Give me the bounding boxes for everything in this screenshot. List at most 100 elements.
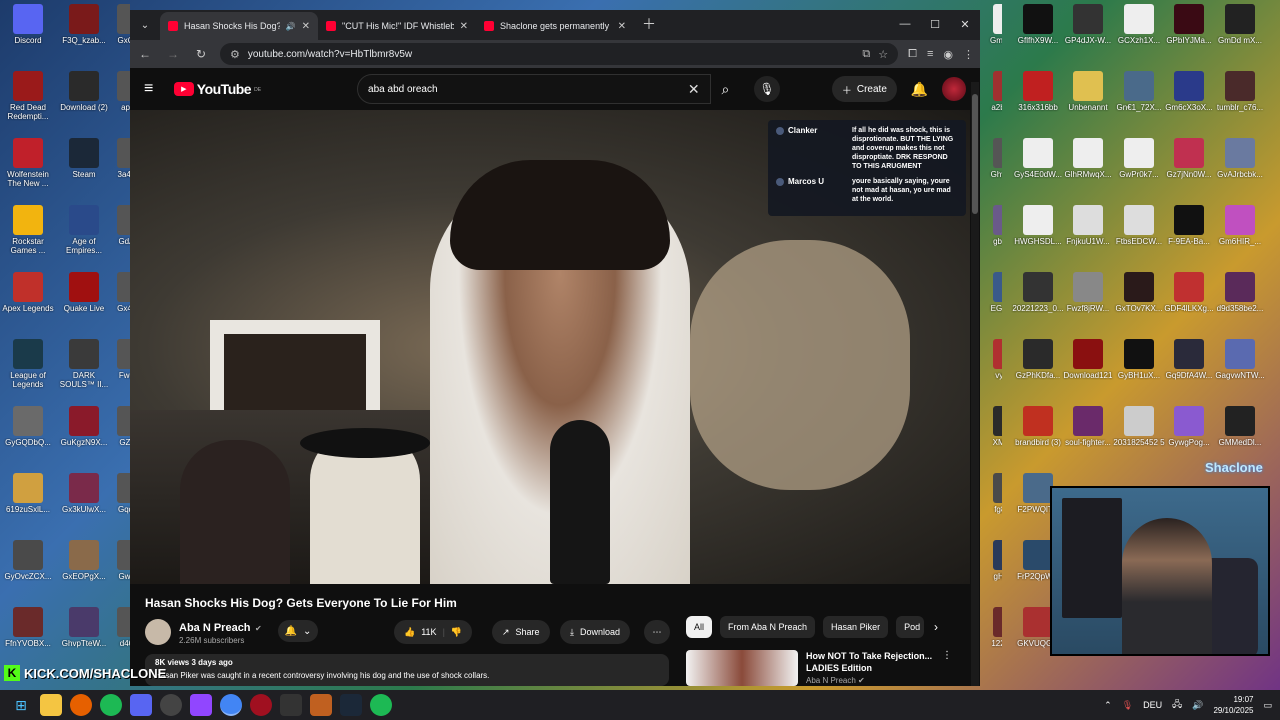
desktop-icon[interactable]: GPbIYJMa... [1161,0,1217,67]
desktop-icon[interactable]: GxQN... [104,0,130,67]
new-tab-button[interactable]: ＋ [642,14,656,34]
site-info-icon[interactable]: ⚙ [230,48,240,61]
share-button[interactable]: ↗ Share [492,620,550,644]
tab-shaclone-banned[interactable]: Shaclone gets permanently ban... ✕ [476,12,634,40]
twitch-icon[interactable] [190,694,212,716]
desktop-icon[interactable]: GDF4lLKXg... [1161,268,1217,335]
desktop-icon[interactable]: 619zuSxlL... [0,469,56,536]
bookmark-star-icon[interactable]: ☆ [878,48,888,61]
desktop-icon[interactable]: d9d358be2... [1212,268,1268,335]
desktop-icon[interactable]: a2b0e9... [980,67,1002,134]
desktop-icon[interactable]: Fwzf8jRW... [1060,268,1116,335]
tab-hasan-shocks[interactable]: Hasan Shocks His Dog? Gets... 🔊 ✕ [160,12,318,40]
desktop-icon[interactable]: apal... [104,67,130,134]
desktop-icon[interactable]: GflfhX9W... [1010,0,1066,67]
recommended-video[interactable]: How NOT To Take Rejection... LADIES Edit… [686,650,952,686]
desktop-icon[interactable]: gbAIM... [980,201,1002,268]
extensions-icon[interactable]: ⧠ [908,48,917,61]
chip-hasan-piker[interactable]: Hasan Piker [823,616,889,638]
chevron-up-icon[interactable]: ⌃ [1104,700,1112,711]
desktop-icon[interactable]: HWGHSDL... [1010,201,1066,268]
cast-icon[interactable]: ⧉ [862,48,870,61]
page-scrollbar[interactable] [971,82,979,686]
subscription-bell-button[interactable]: 🔔 ⌄ [278,620,318,642]
network-icon[interactable]: 🖧 [1172,697,1182,713]
desktop-icon[interactable]: Discord [0,0,56,67]
chip-from-channel[interactable]: From Aba N Preach [720,616,816,638]
chip-podcasts[interactable]: Pod [896,616,925,638]
url-text[interactable]: youtube.com/watch?v=HbTlbmr8v5w [248,49,855,60]
desktop-icon[interactable]: GagvwNTW... [1212,335,1268,402]
menu-icon[interactable]: ≡ [144,80,160,98]
desktop-icon[interactable]: Gm6HIR_... [1212,201,1268,268]
channel-avatar[interactable] [145,618,171,645]
voice-search-icon[interactable]: 🎙 [754,76,780,102]
download-button[interactable]: ⤓ Download [560,620,631,644]
tab-search-icon[interactable]: ⌄ [134,14,156,36]
obs-icon[interactable] [250,694,272,716]
desktop-icon[interactable]: GMMedDl... [1212,402,1268,469]
close-tab-icon[interactable]: ✕ [618,21,626,32]
desktop-icon[interactable]: soul-fighter... [1060,402,1116,469]
more-actions-button[interactable]: ⋯ [644,620,670,644]
search-box[interactable]: aba abd oreach ✕ [357,74,711,104]
desktop-icon[interactable]: 20221223_0... [1010,268,1066,335]
close-tab-icon[interactable]: ✕ [460,21,468,32]
discord-icon[interactable] [130,694,152,716]
desktop-icon[interactable]: Gm6cX3oX... [1161,67,1217,134]
steam-icon[interactable] [340,694,362,716]
desktop-icon[interactable]: GyGQDbQ... [0,402,56,469]
desktop-icon[interactable]: FnjkuU1W... [1060,201,1116,268]
media-control-icon[interactable]: ≡ [927,48,933,60]
desktop-icon[interactable]: gHt-W... [980,536,1002,603]
forward-icon[interactable]: → [164,47,182,61]
back-icon[interactable]: ← [136,47,154,61]
reload-icon[interactable]: ↻ [192,47,210,61]
desktop-icon[interactable]: Apex Legends [0,268,56,335]
chrome-icon[interactable] [220,694,242,716]
notifications-bell-icon[interactable]: 🔔 [911,81,928,98]
desktop-icon[interactable]: 3a4fbf... [104,134,130,201]
keyboard-language[interactable]: DEU [1143,700,1162,710]
desktop-icon[interactable]: Wolfenstein The New ... [0,134,56,201]
thumbs-down-icon[interactable]: 👎 [451,627,462,638]
desktop-icon[interactable]: Rockstar Games ... [0,201,56,268]
video-player[interactable]: Clanker If all he did was shock, this is… [130,110,970,584]
desktop-icon[interactable]: Gx4ek... [104,268,130,335]
close-window-icon[interactable]: ✕ [950,10,980,38]
desktop-icon[interactable]: GmGoN... [980,0,1002,67]
desktop-icon[interactable]: 316x316bb [1010,67,1066,134]
desktop-icon[interactable]: GzPhKDfa... [1010,335,1066,402]
microphone-icon[interactable]: 🎙 [1122,700,1133,711]
windows-start-icon[interactable]: ⊞ [10,694,32,716]
spotify-icon[interactable] [100,694,122,716]
spotify-2-icon[interactable] [370,694,392,716]
desktop-icon[interactable]: fg8qX... [980,469,1002,536]
desktop-icon[interactable]: Gz7jNn0W... [1161,134,1217,201]
account-avatar[interactable] [942,77,966,101]
youtube-logo[interactable]: ▶ YouTube DE [173,81,261,97]
clear-search-icon[interactable]: ✕ [688,81,700,98]
desktop-icon[interactable]: GyS4E0dW... [1010,134,1066,201]
desktop-icon[interactable]: GlhRMwqX... [1060,134,1116,201]
desktop-icon[interactable]: GyBH1uX... [1111,335,1167,402]
scrollbar-thumb[interactable] [972,94,978,214]
close-tab-icon[interactable]: ✕ [302,21,310,32]
channel-name[interactable]: Aba N Preach [179,622,251,634]
app-icon[interactable] [280,694,302,716]
game-icon[interactable] [310,694,332,716]
recommended-title[interactable]: How NOT To Take Rejection... LADIES Edit… [806,650,934,674]
clock[interactable]: 19:07 29/10/2025 [1213,694,1253,716]
like-dislike-button[interactable]: 👍 11K | 👎 [394,620,473,644]
desktop-icon[interactable]: GwLk... [104,536,130,603]
desktop-icon[interactable]: FtbsEDCW... [1111,201,1167,268]
desktop-icon[interactable]: GxTOv7KX... [1111,268,1167,335]
create-button[interactable]: ＋ Create [831,76,897,102]
desktop-icon[interactable]: Gn€1_72X... [1111,67,1167,134]
desktop-icon[interactable]: GmDd mX... [1212,0,1268,67]
chip-all[interactable]: All [686,616,713,638]
desktop-icon[interactable]: XMUQ... [980,402,1002,469]
profile-icon[interactable]: ◉ [943,48,953,61]
desktop-icon[interactable]: 1228_1... [980,603,1002,670]
notification-center-icon[interactable]: ▭ [1263,700,1272,711]
